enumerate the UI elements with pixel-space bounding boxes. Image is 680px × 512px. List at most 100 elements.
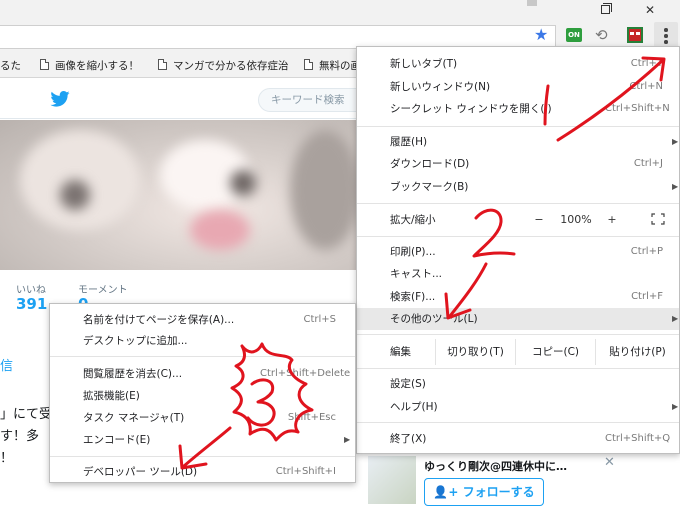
account-name[interactable]: ゆっくり剛次@四連休中に… xyxy=(424,458,594,474)
submenu-item-encoding[interactable]: エンコード(E) ▶ xyxy=(50,429,355,451)
menu-item-shortcut: Ctrl+S xyxy=(303,314,336,325)
menu-zoom-row: 拡大/縮小 − 100% + xyxy=(357,209,679,231)
zoom-level: 100% xyxy=(560,213,592,226)
fullscreen-icon-svg xyxy=(651,213,665,225)
extension-on-icon[interactable]: ON xyxy=(566,28,582,42)
menu-item-bookmarks[interactable]: ブックマーク(B) ▶ xyxy=(357,176,679,198)
fullscreen-icon[interactable] xyxy=(647,209,669,231)
menu-item-label: キャスト... xyxy=(390,268,443,280)
menu-item-label: その他のツール(L) xyxy=(390,313,478,325)
submenu-item-add-to-desktop[interactable]: デスクトップに追加... xyxy=(50,330,355,352)
history-extension-icon[interactable]: ⟲ xyxy=(595,26,608,44)
menu-item-shortcut: Ctrl+F xyxy=(631,291,663,302)
bookmark-star-icon[interactable]: ★ xyxy=(534,27,548,43)
menu-dot-icon xyxy=(664,34,668,38)
menu-dot-icon xyxy=(664,40,668,44)
page-icon xyxy=(304,59,313,70)
menu-item-history[interactable]: 履歴(H) ▶ xyxy=(357,131,679,153)
menu-item-label: 設定(S) xyxy=(390,378,426,390)
image-blob xyxy=(190,210,250,250)
menu-item-label: デスクトップに追加... xyxy=(83,335,188,347)
menu-item-print[interactable]: 印刷(P)... Ctrl+P xyxy=(357,241,679,263)
menu-item-shortcut: Ctrl+T xyxy=(630,58,663,69)
menu-item-shortcut: Ctrl+N xyxy=(629,81,663,92)
menu-separator xyxy=(357,422,679,423)
minimize-icon xyxy=(527,0,537,6)
zoom-in-button[interactable]: + xyxy=(600,209,624,231)
zoom-out-button[interactable]: − xyxy=(527,209,551,231)
menu-item-label: タスク マネージャ(T) xyxy=(83,412,185,424)
image-blob xyxy=(60,180,90,210)
menu-item-label: ブックマーク(B) xyxy=(390,181,469,193)
likes-label: いいね xyxy=(16,285,46,296)
restore-button[interactable] xyxy=(590,0,622,20)
menu-item-downloads[interactable]: ダウンロード(D) Ctrl+J xyxy=(357,153,679,175)
menu-item-cast[interactable]: キャスト... xyxy=(357,263,679,285)
avatar[interactable] xyxy=(368,456,416,504)
menu-item-more-tools[interactable]: その他のツール(L) ▶ xyxy=(357,308,679,330)
bookmark-item[interactable]: るた xyxy=(0,54,34,78)
cut-button[interactable]: 切り取り(T) xyxy=(435,339,515,365)
menu-item-label: 履歴(H) xyxy=(390,136,428,148)
zoom-label: 拡大/縮小 xyxy=(390,214,436,226)
follow-button[interactable]: 👤+ フォローする xyxy=(424,478,544,506)
submenu-item-clear-browsing-data[interactable]: 閲覧履歴を消去(C)... Ctrl+Shift+Delete xyxy=(50,363,355,385)
submenu-item-developer-tools[interactable]: デベロッパー ツール(D) Ctrl+Shift+I xyxy=(50,461,355,483)
menu-item-label: 拡張機能(E) xyxy=(83,390,140,402)
menu-item-help[interactable]: ヘルプ(H) ▶ xyxy=(357,396,679,418)
more-tools-submenu: 名前を付けてページを保存(A)... Ctrl+S デスクトップに追加... 閲覧… xyxy=(49,303,356,483)
paste-button[interactable]: 貼り付け(P) xyxy=(595,339,679,365)
submenu-arrow-icon: ▶ xyxy=(672,402,679,411)
submenu-item-extensions[interactable]: 拡張機能(E) xyxy=(50,385,355,407)
submenu-item-save-page[interactable]: 名前を付けてページを保存(A)... Ctrl+S xyxy=(50,309,355,331)
page-icon xyxy=(40,59,49,70)
menu-item-label: 名前を付けてページを保存(A)... xyxy=(83,314,235,326)
menu-item-label: エンコード(E) xyxy=(83,434,151,446)
menu-separator xyxy=(357,334,679,335)
menu-item-label: 新しいウィンドウ(N) xyxy=(390,81,491,93)
tweet-text-fragments: 信 」にて受 す！多 ！ xyxy=(0,349,53,469)
menu-item-label: ヘルプ(H) xyxy=(390,401,438,413)
minimize-button[interactable] xyxy=(516,0,548,20)
menu-separator xyxy=(357,368,679,369)
menu-separator xyxy=(357,203,679,204)
menu-item-new-window[interactable]: 新しいウィンドウ(N) Ctrl+N xyxy=(357,76,679,98)
moments-label: モーメント xyxy=(78,285,128,296)
menu-item-find[interactable]: 検索(F)... Ctrl+F xyxy=(357,286,679,308)
likes-count[interactable]: 391 xyxy=(16,295,47,313)
chrome-main-menu: 新しいタブ(T) Ctrl+T 新しいウィンドウ(N) Ctrl+N シークレット … xyxy=(356,46,680,454)
copy-button[interactable]: コピー(C) xyxy=(515,339,595,365)
menu-edit-row: 編集 切り取り(T) コピー(C) 貼り付け(P) xyxy=(357,339,679,365)
menu-item-shortcut: Ctrl+Shift+N xyxy=(605,103,670,114)
bookmark-item[interactable]: 無料の画 xyxy=(304,54,356,78)
menu-separator xyxy=(50,456,355,457)
page-icon xyxy=(158,59,167,70)
menu-item-new-tab[interactable]: 新しいタブ(T) Ctrl+T xyxy=(357,53,679,75)
follow-button-label: フォローする xyxy=(462,485,535,499)
bookmark-label: るた xyxy=(0,60,21,72)
submenu-arrow-icon: ▶ xyxy=(672,182,679,191)
dismiss-close-icon[interactable]: ✕ xyxy=(604,455,615,470)
twitter-bird-icon[interactable] xyxy=(50,91,70,107)
tab-fragment[interactable]: 信 xyxy=(0,355,13,374)
profile-header-image xyxy=(0,120,356,270)
menu-item-label: 印刷(P)... xyxy=(390,246,436,258)
tweet-fragment: 」にて受 xyxy=(0,407,53,422)
bookmark-item[interactable]: 画像を縮小する！ xyxy=(40,54,168,78)
menu-item-exit[interactable]: 終了(X) Ctrl+Shift+Q xyxy=(357,428,679,450)
tweet-fragment: ！ xyxy=(0,451,14,466)
bookmark-label: 画像を縮小する！ xyxy=(55,60,139,72)
submenu-item-task-manager[interactable]: タスク マネージャ(T) Shift+Esc xyxy=(50,407,355,429)
title-bar: ✕ xyxy=(0,0,680,20)
edit-label: 編集 xyxy=(390,346,411,358)
who-to-follow-card: ゆっくり剛次@四連休中に… ✕ 👤+ フォローする xyxy=(358,447,680,512)
menu-item-incognito[interactable]: シークレット ウィンドウを開く(I) Ctrl+Shift+N xyxy=(357,98,679,120)
menu-item-settings[interactable]: 設定(S) xyxy=(357,373,679,395)
mask-extension-icon[interactable] xyxy=(627,27,643,43)
menu-item-label: シークレット ウィンドウを開く(I) xyxy=(390,103,552,115)
mask-eye-right xyxy=(636,32,640,35)
close-window-button[interactable]: ✕ xyxy=(634,0,666,20)
menu-item-label: 終了(X) xyxy=(390,433,427,445)
menu-item-label: 閲覧履歴を消去(C)... xyxy=(83,368,183,380)
bookmark-item[interactable]: マンガで分かる依存症治 xyxy=(158,54,294,78)
